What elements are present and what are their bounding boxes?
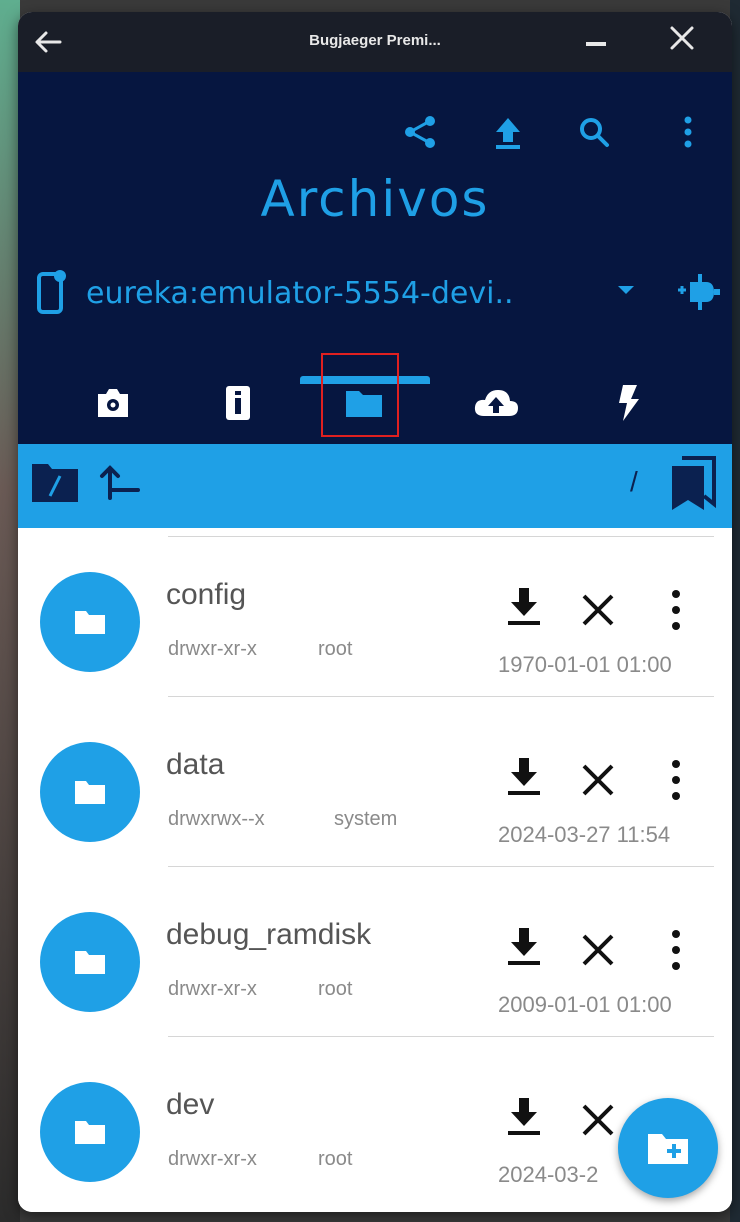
file-name: dev <box>166 1088 215 1121</box>
download-icon[interactable] <box>504 1094 544 1138</box>
more-vert-icon[interactable] <box>664 586 688 634</box>
download-icon[interactable] <box>504 754 544 798</box>
more-vert-icon[interactable] <box>664 926 688 974</box>
title-bar: Bugjaeger Premi... <box>18 12 732 72</box>
cloud-upload-icon <box>474 390 518 416</box>
tab-cloud[interactable] <box>446 362 546 444</box>
download-icon[interactable] <box>504 924 544 968</box>
tab-info[interactable] <box>188 362 288 444</box>
selection-highlight <box>321 353 399 437</box>
file-owner: root <box>318 1148 353 1170</box>
file-date: 2009-01-01 01:00 <box>498 992 672 1017</box>
close-icon[interactable] <box>662 18 702 58</box>
file-owner: system <box>334 808 398 830</box>
file-owner: root <box>318 638 353 660</box>
more-vert-icon[interactable] <box>668 112 708 152</box>
file-list: config drwxr-xr-x root 1970-01-01 01:00 … <box>18 528 732 1212</box>
bookmarks-icon[interactable] <box>668 456 718 512</box>
file-name: debug_ramdisk <box>166 918 372 951</box>
navigate-up-icon[interactable] <box>98 460 142 504</box>
device-name: eureka:emulator-5554-devi.. <box>86 276 514 311</box>
divider <box>168 696 714 697</box>
folder-avatar <box>40 1082 140 1182</box>
current-path: / <box>630 466 638 497</box>
divider <box>168 1036 714 1037</box>
create-folder-icon <box>648 1134 688 1164</box>
file-permissions: drwxr-xr-x <box>168 638 257 660</box>
new-folder-button[interactable] <box>618 1098 718 1198</box>
device-selector[interactable]: eureka:emulator-5554-devi.. <box>36 264 720 320</box>
connect-plug-icon[interactable] <box>676 270 722 314</box>
file-date: 1970-01-01 01:00 <box>498 652 672 677</box>
delete-x-icon[interactable] <box>578 760 618 800</box>
folder-icon <box>75 781 105 804</box>
page-title: Archivos <box>260 170 490 228</box>
folder-icon <box>75 951 105 974</box>
upload-icon[interactable] <box>488 112 528 152</box>
flash-icon <box>619 385 639 421</box>
folder-avatar <box>40 912 140 1012</box>
file-owner: root <box>318 978 353 1000</box>
dropdown-caret-icon[interactable] <box>614 280 638 300</box>
minimize-icon[interactable] <box>578 22 614 58</box>
window-title: Bugjaeger Premi... <box>309 32 441 49</box>
path-bar: / <box>18 444 732 528</box>
search-icon[interactable] <box>574 112 614 152</box>
delete-x-icon[interactable] <box>578 1100 618 1140</box>
phone-icon <box>37 270 66 314</box>
download-icon[interactable] <box>504 584 544 628</box>
camera-icon <box>98 389 128 417</box>
file-permissions: drwxr-xr-x <box>168 978 257 1000</box>
divider <box>168 866 714 867</box>
file-name: data <box>166 748 225 781</box>
list-item[interactable]: config drwxr-xr-x root 1970-01-01 01:00 <box>18 528 732 698</box>
file-permissions: drwxr-xr-x <box>168 1148 257 1170</box>
delete-x-icon[interactable] <box>578 930 618 970</box>
share-icon[interactable] <box>400 112 440 152</box>
file-permissions: drwxrwx--x <box>168 808 265 830</box>
file-date: 2024-03-2 <box>498 1162 599 1187</box>
file-name: config <box>166 578 247 611</box>
folder-avatar <box>40 572 140 672</box>
folder-icon <box>75 1121 105 1144</box>
tab-screenshot[interactable] <box>63 362 163 444</box>
delete-x-icon[interactable] <box>578 590 618 630</box>
background-left <box>0 0 20 1222</box>
list-item[interactable]: data drwxrwx--x system 2024-03-27 11:54 <box>18 698 732 868</box>
folder-avatar <box>40 742 140 842</box>
file-date: 2024-03-27 11:54 <box>498 822 671 847</box>
folder-icon <box>75 611 105 634</box>
tab-power[interactable] <box>578 362 678 444</box>
device-info-icon <box>226 386 250 420</box>
more-vert-icon[interactable] <box>664 756 688 804</box>
root-folder-icon[interactable] <box>30 460 80 504</box>
list-item[interactable]: debug_ramdisk drwxr-xr-x root 2009-01-01… <box>18 868 732 1038</box>
app-window: Bugjaeger Premi... Archivos eureka:emula… <box>18 12 732 1212</box>
